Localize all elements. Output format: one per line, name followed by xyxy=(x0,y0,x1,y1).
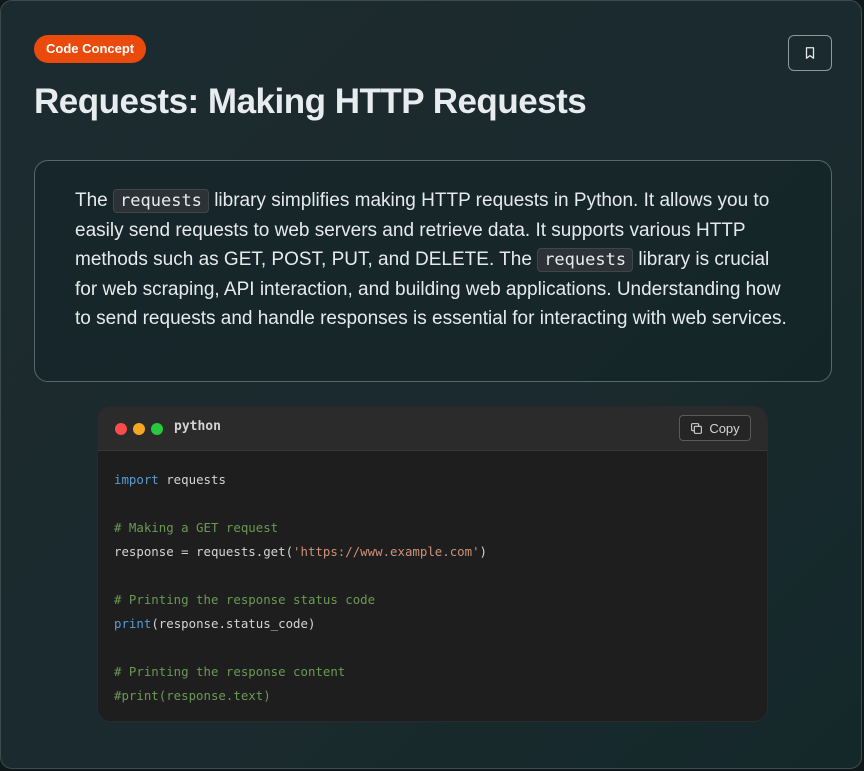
code-line: # Making a GET request xyxy=(114,516,751,540)
description-text-part: The xyxy=(75,190,114,211)
code-text: requests xyxy=(158,472,226,487)
copy-label: Copy xyxy=(709,420,740,436)
code-comment: # Printing the response content xyxy=(114,664,346,679)
code-block: python Copy import requests # Making a GE… xyxy=(97,406,768,722)
code-line: # Printing the response content xyxy=(114,660,751,684)
window-dot-green xyxy=(151,423,163,435)
code-comment: # Printing the response status code xyxy=(114,592,376,607)
description-box: The requests library simplifies making H… xyxy=(34,160,832,382)
code-line: print(response.status_code) xyxy=(114,612,751,636)
code-keyword: import xyxy=(114,472,159,487)
code-line: import requests xyxy=(114,468,751,492)
code-line: # Printing the response status code xyxy=(114,588,751,612)
code-header: python Copy xyxy=(98,407,767,451)
code-comment: # Making a GET request xyxy=(114,520,279,535)
concept-card: Code Concept Requests: Making HTTP Reque… xyxy=(0,0,862,769)
window-dot-yellow xyxy=(133,423,145,435)
code-line: #print(response.text) xyxy=(114,684,751,708)
code-line: response = requests.get('https://www.exa… xyxy=(114,540,751,564)
code-text: response = requests.get( xyxy=(114,544,294,559)
code-comment: #print(response.text) xyxy=(114,688,271,703)
inline-code: requests xyxy=(537,248,634,272)
bookmark-button[interactable] xyxy=(788,35,832,71)
category-badge: Code Concept xyxy=(34,35,147,63)
window-dot-red xyxy=(115,423,127,435)
code-function: print xyxy=(114,616,152,631)
code-string: 'https://www.example.com' xyxy=(293,544,480,559)
bookmark-icon xyxy=(805,47,815,59)
description-text: The requests library simplifies making H… xyxy=(75,186,791,333)
code-text: (response.status_code) xyxy=(151,616,316,631)
copy-icon xyxy=(691,422,703,434)
page-title: Requests: Making HTTP Requests xyxy=(34,82,587,121)
code-language-label: python xyxy=(174,419,221,434)
copy-button[interactable]: Copy xyxy=(679,415,751,441)
code-text: ) xyxy=(479,544,488,559)
inline-code: requests xyxy=(113,189,209,213)
code-content: import requests # Making a GET request res… xyxy=(98,451,767,708)
